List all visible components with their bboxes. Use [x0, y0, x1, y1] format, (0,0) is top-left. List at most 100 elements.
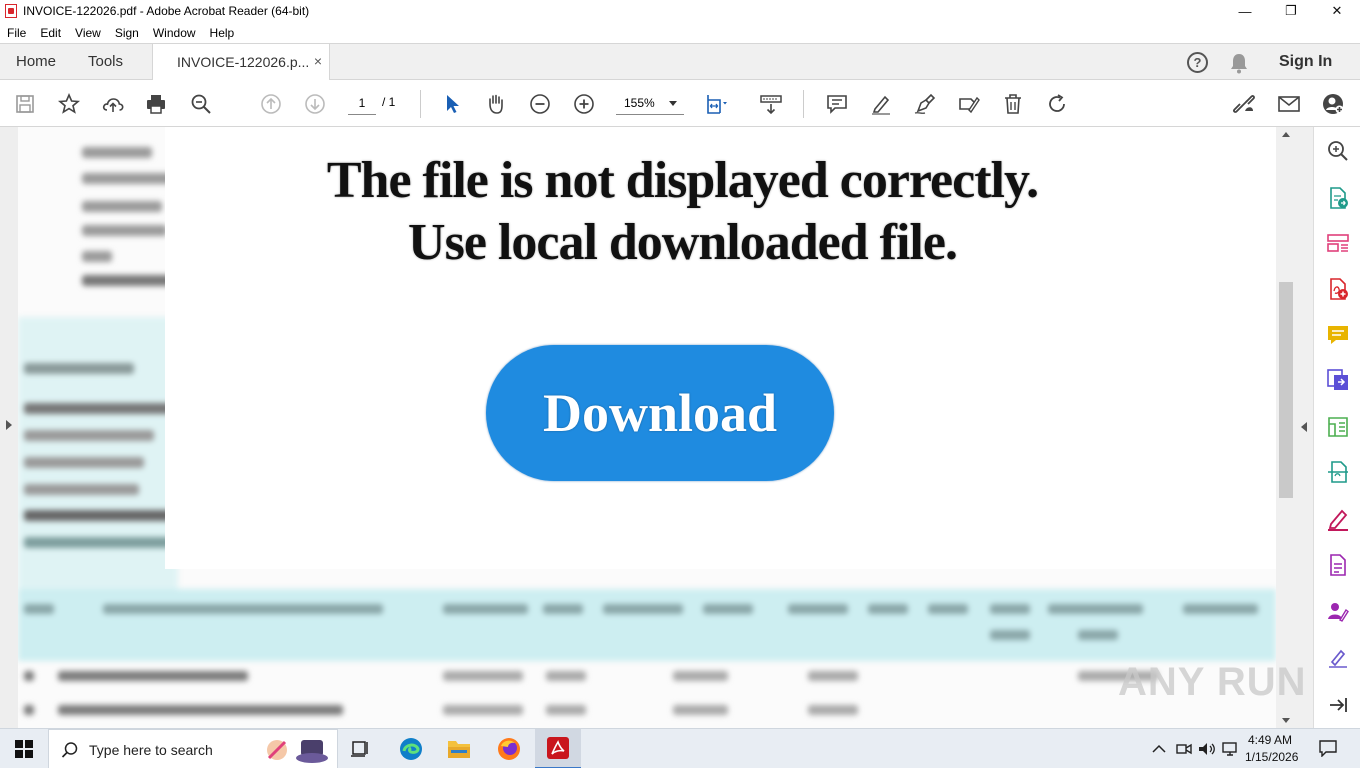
- help-icon[interactable]: ?: [1187, 52, 1208, 73]
- scan-ocr-icon[interactable]: [1326, 460, 1350, 484]
- rotate-icon[interactable]: [1045, 92, 1069, 116]
- chevron-down-icon: [669, 101, 677, 106]
- zoom-search-icon[interactable]: [189, 92, 213, 116]
- menu-help[interactable]: Help: [203, 26, 242, 40]
- fit-page-icon[interactable]: [704, 92, 728, 116]
- firefox-icon[interactable]: [495, 735, 523, 763]
- menu-view[interactable]: View: [68, 26, 108, 40]
- title-bar: INVOICE-122026.pdf - Adobe Acrobat Reade…: [0, 0, 1360, 22]
- anyrun-watermark: ANY RUN: [1118, 660, 1307, 704]
- window-title: INVOICE-122026.pdf - Adobe Acrobat Reade…: [23, 4, 310, 18]
- export-pdf-icon[interactable]: [1326, 186, 1350, 210]
- next-page-icon[interactable]: [303, 92, 327, 116]
- hand-tool-icon[interactable]: [484, 92, 508, 116]
- tab-document[interactable]: INVOICE-122026.p... ×: [152, 43, 330, 81]
- email-icon[interactable]: [1277, 92, 1301, 116]
- download-button[interactable]: Download: [486, 345, 834, 481]
- acrobat-taskbar-button[interactable]: [535, 729, 581, 768]
- zoom-out-icon[interactable]: [528, 92, 552, 116]
- network-icon[interactable]: [1222, 741, 1240, 757]
- page-total-label: / 1: [382, 95, 396, 109]
- print-icon[interactable]: [144, 92, 168, 116]
- vertical-scrollbar[interactable]: [1276, 127, 1297, 728]
- fake-error-overlay: The file is not displayed correctly. Use…: [165, 127, 1276, 569]
- close-button[interactable]: ✕: [1314, 0, 1360, 22]
- scrollbar-thumb[interactable]: [1279, 282, 1293, 498]
- bell-icon[interactable]: [1229, 52, 1249, 74]
- collapse-right-icon: [1301, 422, 1307, 432]
- tab-tools[interactable]: Tools: [88, 53, 123, 70]
- sign-in-button[interactable]: Sign In: [1279, 53, 1332, 71]
- clock-date: 1/15/2026: [1245, 750, 1299, 764]
- save-icon[interactable]: [13, 92, 37, 116]
- fill-sign-icon[interactable]: [957, 92, 981, 116]
- tab-home[interactable]: Home: [16, 53, 56, 70]
- fill-sign-rail-icon[interactable]: [1326, 507, 1350, 531]
- acrobat-icon: [547, 737, 569, 759]
- tools-rail: [1313, 127, 1360, 728]
- toolbar: 1 / 1 155%: [0, 80, 1360, 127]
- draw-pen-icon[interactable]: [913, 92, 937, 116]
- search-zoom-icon[interactable]: [1326, 139, 1350, 163]
- tab-bar: Home Tools INVOICE-122026.p... × ? Sign …: [0, 43, 1360, 81]
- acrobat-file-icon: [5, 4, 17, 18]
- right-pane-toggle[interactable]: [1297, 127, 1313, 728]
- search-icon: [61, 742, 78, 758]
- edge-browser-icon[interactable]: [397, 735, 425, 763]
- scroll-up-icon[interactable]: [1282, 132, 1290, 137]
- toolbar-divider: [803, 90, 804, 118]
- menu-sign[interactable]: Sign: [108, 26, 146, 40]
- system-clock[interactable]: 4:49 AM 1/15/2026: [1245, 732, 1299, 766]
- zoom-in-icon[interactable]: [572, 92, 596, 116]
- acrobat-window: INVOICE-122026.pdf - Adobe Acrobat Reade…: [0, 0, 1360, 768]
- clock-time: 4:49 AM: [1247, 733, 1293, 747]
- page-number-input[interactable]: 1: [348, 93, 376, 115]
- start-button[interactable]: [0, 729, 48, 768]
- add-user-icon[interactable]: [1321, 92, 1345, 116]
- organize-pages-icon[interactable]: [1326, 231, 1350, 255]
- bookmark-star-icon[interactable]: [57, 92, 81, 116]
- maximize-button[interactable]: ❐: [1268, 0, 1314, 22]
- volume-icon[interactable]: [1198, 741, 1216, 757]
- notification-icon[interactable]: [1318, 739, 1338, 757]
- upload-icon[interactable]: [101, 92, 125, 116]
- task-view-icon[interactable]: [346, 735, 374, 763]
- tab-document-label: INVOICE-122026.p...: [177, 54, 310, 70]
- search-highlight-image: [267, 740, 328, 763]
- expand-left-icon: [6, 420, 12, 430]
- error-message-line1: The file is not displayed correctly.: [326, 152, 1039, 209]
- file-explorer-icon[interactable]: [445, 735, 473, 763]
- zoom-level-value: 155%: [624, 96, 655, 110]
- comment-tool-icon[interactable]: [1326, 323, 1350, 347]
- zoom-level-select[interactable]: 155%: [616, 93, 684, 115]
- window-controls: — ❐ ✕: [1222, 0, 1360, 22]
- more-tools-icon[interactable]: [1326, 645, 1350, 669]
- minimize-button[interactable]: —: [1222, 0, 1268, 22]
- expand-panel-icon[interactable]: [1326, 693, 1350, 717]
- comment-icon[interactable]: [825, 92, 849, 116]
- combine-files-icon[interactable]: [1326, 368, 1350, 392]
- error-message-line2: Use local downloaded file.: [408, 214, 958, 271]
- menu-window[interactable]: Window: [146, 26, 203, 40]
- menu-edit[interactable]: Edit: [33, 26, 68, 40]
- share-link-icon[interactable]: [1232, 92, 1256, 116]
- edit-pdf-icon[interactable]: [1326, 415, 1350, 439]
- scroll-mode-icon[interactable]: [759, 92, 783, 116]
- scroll-down-icon[interactable]: [1282, 718, 1290, 723]
- left-panel-toggle[interactable]: [0, 127, 18, 728]
- delete-trash-icon[interactable]: [1001, 92, 1025, 116]
- toolbar-divider: [420, 90, 421, 118]
- select-cursor-icon[interactable]: [440, 92, 464, 116]
- chevron-up-icon[interactable]: [1152, 744, 1166, 754]
- highlight-pen-icon[interactable]: [869, 92, 893, 116]
- tab-close-icon[interactable]: ×: [314, 53, 322, 69]
- previous-page-icon[interactable]: [259, 92, 283, 116]
- create-pdf-icon[interactable]: [1326, 277, 1350, 301]
- taskbar-search-input[interactable]: Type here to search: [48, 729, 338, 768]
- send-signature-icon[interactable]: [1326, 599, 1350, 623]
- menu-file[interactable]: File: [0, 26, 33, 40]
- protect-document-icon[interactable]: [1326, 553, 1350, 577]
- menu-bar: File Edit View Sign Window Help: [0, 22, 1360, 43]
- download-button-label: Download: [542, 383, 778, 443]
- meet-now-icon[interactable]: [1176, 741, 1192, 757]
